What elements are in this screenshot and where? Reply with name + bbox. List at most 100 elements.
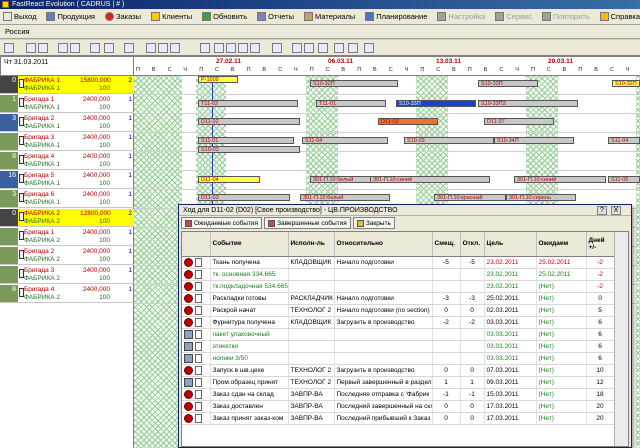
copy-icon[interactable] [226, 43, 236, 53]
order-bar[interactable]: D11-04 [198, 176, 260, 183]
menu-orders-button[interactable]: Заказы [102, 9, 144, 25]
grid-icon[interactable] [104, 43, 114, 53]
column-header[interactable]: Событие [210, 232, 289, 257]
resource-row[interactable]: 8 Бригада 4 ФАБРИКА 1 2400,000 100 1 [0, 152, 134, 170]
calendar-icon[interactable] [146, 43, 156, 53]
menu-refresh-button[interactable]: Обновить [199, 9, 250, 25]
menu-planning-button[interactable]: Планирование [362, 9, 430, 25]
order-bar[interactable]: D11-02 [378, 118, 438, 125]
folder-icon[interactable] [214, 43, 224, 53]
order-bar[interactable]: S10-34П [494, 137, 574, 144]
event-row[interactable]: Заказ сдан на склад ЗАВПР-ВА Последняя отп… [182, 388, 615, 401]
event-row[interactable]: пакет упаковочный 03.03.2011 (Нет) 6 [182, 328, 615, 341]
filter-icon[interactable] [38, 43, 48, 53]
menu-reports-button[interactable]: Отчеты [254, 9, 297, 25]
resource-row[interactable]: 0 ФАБРИКА 2 ФАБРИКА 2 12800,000 100 2 [0, 209, 134, 227]
event-row[interactable]: Раскрой начат ТЕХНОЛОГ 2 Начало подготовки… [182, 304, 615, 317]
order-bar[interactable]: S10-03 [198, 146, 300, 153]
menu-materials-button[interactable]: Материалы [301, 9, 358, 25]
status-cell[interactable] [182, 292, 211, 305]
event-row[interactable]: Запуск в шв.цехе ТЕХНОЛОГ 2 Загрузить в пр… [182, 364, 615, 377]
status-cell[interactable] [182, 376, 211, 389]
link-icon[interactable] [348, 43, 358, 53]
status-cell[interactable] [182, 328, 211, 341]
status-cell[interactable] [182, 388, 211, 401]
event-row[interactable]: Фурнитура получена КЛАДОВЩИК Загрузить в п… [182, 316, 615, 329]
binoculars-icon[interactable] [200, 43, 210, 53]
order-bar[interactable]: S10-32П [310, 80, 398, 87]
status-cell[interactable] [182, 256, 211, 269]
resource-row[interactable]: 3 Бригада 2 ФАБРИКА 1 2400,000 100 1 [0, 114, 134, 132]
menu-exit-button[interactable]: Выход [0, 9, 39, 25]
event-row[interactable]: тк. основная 334.665 23.02.2011 25.02.2011… [182, 268, 615, 281]
paste-icon[interactable] [238, 43, 248, 53]
minus-icon[interactable] [364, 43, 374, 53]
filter2-icon[interactable] [292, 43, 302, 53]
order-bar[interactable]: D11-03 [198, 194, 290, 201]
resource-row[interactable]: Бригада 2 ФАБРИКА 2 2400,000 100 1 [0, 247, 134, 265]
status-cell[interactable] [182, 400, 211, 413]
column-header[interactable]: Относительно [334, 232, 433, 257]
order-bar[interactable]: 301-П.10:синий [514, 176, 606, 183]
order-bar[interactable]: S10-32П [612, 80, 640, 87]
resource-row[interactable]: 16 Бригада 5 ФАБРИКА 1 2400,000 100 1 [0, 171, 134, 189]
status-cell[interactable] [182, 352, 211, 365]
order-bar[interactable]: S11-05 [608, 176, 640, 183]
event-row[interactable]: Раскладки готовы РАСКЛАДЧИК Начало подгото… [182, 292, 615, 305]
arrow-up-icon[interactable] [26, 43, 36, 53]
order-bar[interactable]: S10-33П [478, 80, 538, 87]
event-row[interactable]: тк.подкладочная 534.665 23.02.2011 (Нет) -2 [182, 280, 615, 293]
event-row[interactable]: Пром.образец принят ТЕХНОЛОГ 2 Первый заве… [182, 376, 615, 389]
order-bar[interactable]: 301-П.10:красный [434, 194, 506, 201]
panel-icon[interactable] [4, 43, 14, 53]
select-icon[interactable] [90, 43, 100, 53]
menu-settings-button[interactable]: Настройка [434, 9, 488, 25]
column-header[interactable]: Смещ. [432, 232, 461, 257]
column-header[interactable]: Исполн-ль [288, 232, 335, 257]
status-cell[interactable] [182, 364, 211, 377]
menu-clients-button[interactable]: Клиенты [148, 9, 195, 25]
order-bar[interactable]: S10-03 [404, 137, 494, 144]
order-bar[interactable]: S11-01 [198, 137, 294, 144]
resource-row[interactable]: Бригада 1 ФАБРИКА 2 2400,000 100 1 [0, 228, 134, 246]
order-bar[interactable]: D11-37 [484, 118, 554, 125]
resource-row[interactable]: Бригада 3 ФАБРИКА 1 2400,000 100 1 [0, 133, 134, 151]
column-header[interactable]: Цель [484, 232, 537, 257]
menu-service-button[interactable]: Сервис [492, 9, 535, 25]
status-cell[interactable] [182, 340, 211, 353]
completed-events-button[interactable]: Завершенные события [264, 217, 351, 229]
status-cell[interactable] [182, 412, 211, 425]
status-cell[interactable] [182, 304, 211, 317]
dropdown-icon[interactable] [124, 43, 134, 53]
order-bar[interactable]: S10-33П [396, 100, 476, 107]
resource-row[interactable]: 3 Бригада 6 ФАБРИКА 1 2400,000 100 1 [0, 190, 134, 208]
refresh-icon[interactable] [334, 43, 344, 53]
order-bar[interactable]: S11-04 [608, 137, 640, 144]
undo-icon[interactable] [272, 43, 282, 53]
order-bar[interactable]: 301-П.10:синий [370, 176, 490, 183]
expected-events-button[interactable]: Ожидаемые события [181, 217, 263, 229]
order-bar[interactable]: S11-04 [302, 137, 388, 144]
event-row[interactable]: Заказ доставлен ЗАВПР-ВА Последний заверше… [182, 400, 615, 413]
order-bar[interactable]: D11-02 [198, 118, 300, 125]
event-row[interactable]: Заказ принят заказ-ком ЗАВПР-ВА Последний … [182, 412, 615, 425]
order-bar[interactable]: T11-02 [198, 100, 298, 107]
status-cell[interactable] [182, 268, 211, 281]
column-header[interactable]: Ожидаем [536, 232, 587, 257]
vertical-scrollbar[interactable] [614, 232, 628, 446]
order-bar[interactable]: S10-33П3 [478, 100, 578, 107]
funnel-icon[interactable] [304, 43, 314, 53]
order-bar[interactable]: T11-01 [316, 100, 386, 107]
order-bar[interactable]: P-1009 [198, 76, 238, 83]
menu-repeat-button[interactable]: Повторить [539, 9, 593, 25]
resource-row[interactable]: 0 ФАБРИКА 1 ФАБРИКА 1 15800,000 100 2 [0, 76, 134, 94]
edit-icon[interactable] [250, 43, 260, 53]
list-icon[interactable] [318, 43, 328, 53]
close-button[interactable]: X [611, 206, 621, 215]
status-cell[interactable] [182, 280, 211, 293]
column-header[interactable]: Откл. [460, 232, 485, 257]
menu-product-button[interactable]: Продукция [43, 9, 98, 25]
arrow-right-icon[interactable] [70, 43, 80, 53]
help-button[interactable]: ? [597, 206, 607, 215]
resource-row[interactable]: 8 Бригада 4 ФАБРИКА 2 2400,000 100 1 [0, 285, 134, 303]
